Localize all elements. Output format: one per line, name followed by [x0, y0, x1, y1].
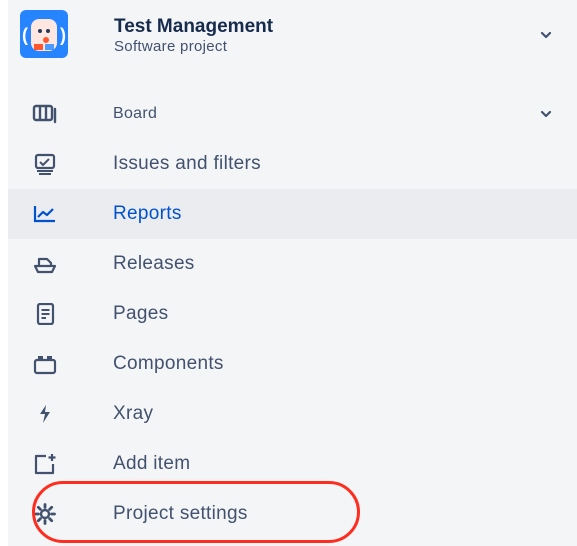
- sidebar-item-board[interactable]: Board: [8, 89, 577, 139]
- chevron-down-icon[interactable]: [539, 28, 553, 42]
- board-icon: [28, 101, 62, 127]
- sidebar-item-label: Components: [113, 353, 224, 374]
- releases-icon: [28, 251, 62, 277]
- project-subtitle: Software project: [114, 38, 228, 55]
- project-sidebar: ( ) Test Management Software project Boa…: [8, 0, 577, 546]
- reports-icon: [28, 201, 62, 227]
- components-icon: [28, 351, 62, 377]
- bracket-right-icon: ): [60, 25, 66, 45]
- sidebar-item-components[interactable]: Components: [8, 339, 577, 389]
- project-title: Test Management: [114, 16, 274, 37]
- sidebar-item-label: Xray: [113, 403, 154, 424]
- gear-icon: [28, 501, 62, 527]
- sidebar-item-label: Project settings: [113, 503, 248, 524]
- issues-icon: [28, 151, 62, 177]
- sidebar-item-label: Pages: [113, 303, 169, 324]
- sidebar-item-label: Add item: [113, 453, 191, 474]
- xray-icon: [28, 401, 62, 427]
- sidebar-item-label: Reports: [113, 203, 182, 224]
- bracket-left-icon: (: [22, 25, 28, 45]
- add-item-icon: [28, 451, 62, 477]
- sidebar-item-label: Releases: [113, 253, 195, 274]
- sidebar-nav: Board Issues and filters Reports Release…: [8, 89, 577, 539]
- sidebar-item-pages[interactable]: Pages: [8, 289, 577, 339]
- sidebar-item-reports[interactable]: Reports: [8, 189, 577, 239]
- project-header[interactable]: ( ) Test Management Software project: [8, 8, 577, 66]
- sidebar-item-project-settings[interactable]: Project settings: [8, 489, 577, 539]
- sidebar-item-releases[interactable]: Releases: [8, 239, 577, 289]
- pages-icon: [28, 301, 62, 327]
- sidebar-item-label: Board: [113, 105, 158, 122]
- sidebar-item-xray[interactable]: Xray: [8, 389, 577, 439]
- sidebar-item-issues[interactable]: Issues and filters: [8, 139, 577, 189]
- sidebar-item-add-item[interactable]: Add item: [8, 439, 577, 489]
- sidebar-item-label: Issues and filters: [113, 153, 261, 174]
- chevron-down-icon[interactable]: [539, 107, 553, 121]
- project-avatar: ( ): [20, 10, 68, 58]
